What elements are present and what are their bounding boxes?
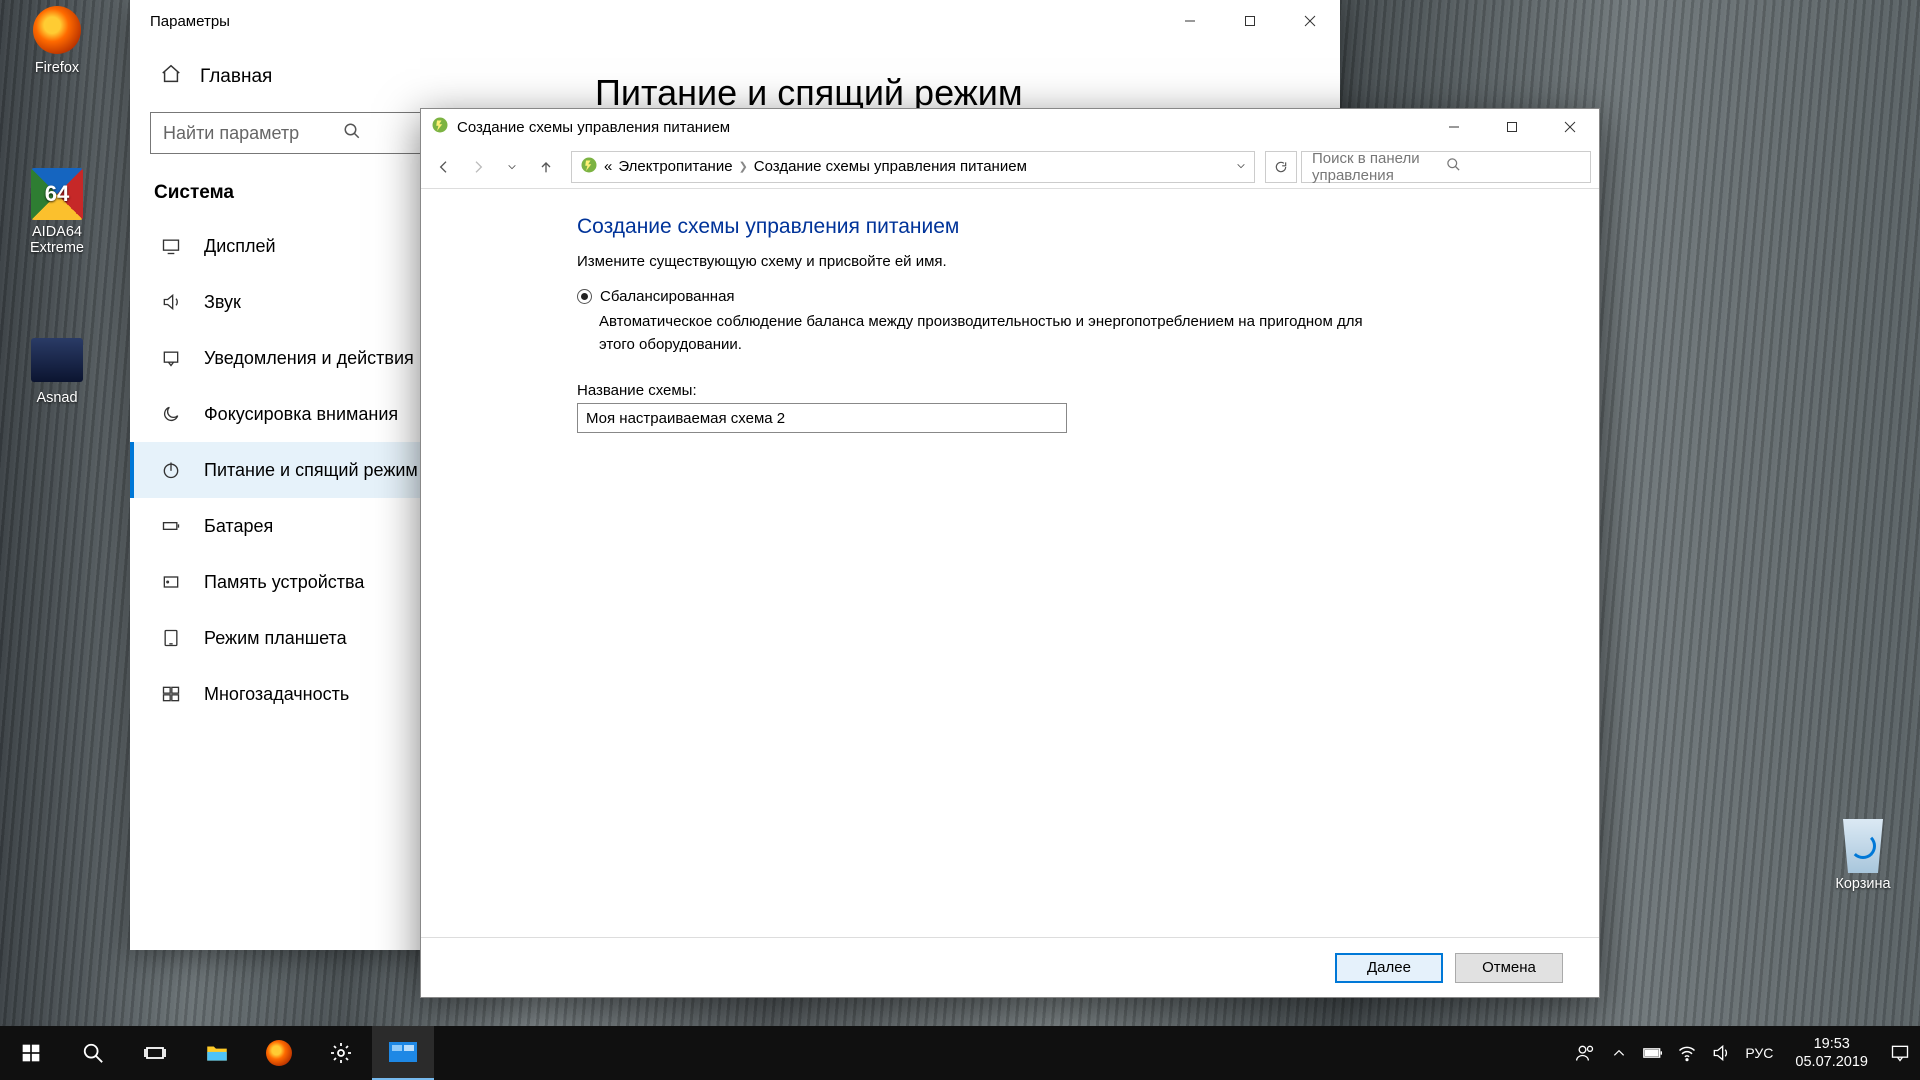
desktop-icon-label: Firefox <box>12 60 102 76</box>
nav-back-button[interactable] <box>429 152 459 182</box>
desktop-icon-asnad[interactable]: Asnad <box>12 334 102 406</box>
maximize-button[interactable] <box>1483 109 1541 145</box>
nav-forward-button[interactable] <box>463 152 493 182</box>
desktop-icon-label: AIDA64 Extreme <box>12 224 102 256</box>
tablet-icon <box>160 628 182 648</box>
address-bar[interactable]: « Электропитание ❯ Создание схемы управл… <box>571 151 1255 183</box>
chevron-down-icon[interactable] <box>1236 158 1246 175</box>
cp-search[interactable]: Поиск в панели управления <box>1301 151 1591 183</box>
battery-tray-icon[interactable] <box>1643 1046 1663 1060</box>
cp-content: Создание схемы управления питанием Измен… <box>421 189 1599 937</box>
settings-search-placeholder: Найти параметр <box>163 123 343 144</box>
aida64-icon: 64 <box>31 168 83 220</box>
nav-label: Уведомления и действия <box>204 348 414 369</box>
language-indicator[interactable]: РУС <box>1745 1045 1773 1061</box>
power-icon <box>160 460 182 480</box>
moon-icon <box>160 404 182 424</box>
power-plan-icon <box>431 116 449 138</box>
minimize-button[interactable] <box>1425 109 1483 145</box>
scheme-name-value: Моя настраиваемая схема 2 <box>586 410 785 427</box>
next-button-label: Далее <box>1367 959 1411 976</box>
nav-label: Фокусировка внимания <box>204 404 398 425</box>
nav-label: Память устройства <box>204 572 364 593</box>
settings-home-label: Главная <box>200 66 272 88</box>
scheme-name-input[interactable]: Моя настраиваемая схема 2 <box>577 403 1067 433</box>
cp-subtitle: Измените существующую схему и присвойте … <box>577 253 1559 270</box>
taskbar-settings[interactable] <box>310 1026 372 1080</box>
minimize-button[interactable] <box>1160 0 1220 42</box>
notifications-icon <box>160 348 182 368</box>
taskbar-clock[interactable]: 19:53 05.07.2019 <box>1787 1035 1876 1071</box>
desktop-icon-aida64[interactable]: 64 AIDA64 Extreme <box>12 168 102 256</box>
cp-search-placeholder: Поиск в панели управления <box>1312 150 1446 184</box>
folder-icon <box>31 334 83 386</box>
taskbar[interactable]: РУС 19:53 05.07.2019 <box>0 1026 1920 1080</box>
nav-label: Батарея <box>204 516 273 537</box>
settings-home[interactable]: Главная <box>150 42 535 112</box>
cancel-button[interactable]: Отмена <box>1455 953 1563 983</box>
sound-icon <box>160 292 182 312</box>
volume-icon[interactable] <box>1711 1043 1731 1063</box>
nav-label: Режим планшета <box>204 628 347 649</box>
nav-label: Звук <box>204 292 241 313</box>
nav-label: Дисплей <box>204 236 276 257</box>
radio-icon <box>577 289 592 304</box>
desktop-icon-label: Корзина <box>1818 876 1908 892</box>
power-plan-icon <box>580 156 598 178</box>
nav-up-button[interactable] <box>531 152 561 182</box>
breadcrumb-item[interactable]: Создание схемы управления питанием <box>754 158 1027 175</box>
chevron-up-icon[interactable] <box>1609 1046 1629 1060</box>
desktop-icon-recycle-bin[interactable]: Корзина <box>1818 820 1908 892</box>
maximize-button[interactable] <box>1220 0 1280 42</box>
people-icon[interactable] <box>1575 1043 1595 1063</box>
wifi-icon[interactable] <box>1677 1043 1697 1063</box>
scheme-name-label: Название схемы: <box>577 382 1559 399</box>
control-panel-window[interactable]: Создание схемы управления питанием « Эле… <box>420 108 1600 998</box>
breadcrumb-item[interactable]: Электропитание <box>618 158 732 175</box>
plan-radio-balanced[interactable]: Сбалансированная <box>577 288 1559 305</box>
cp-toolbar: « Электропитание ❯ Создание схемы управл… <box>421 145 1599 189</box>
nav-recent-button[interactable] <box>497 152 527 182</box>
taskbar-date: 05.07.2019 <box>1795 1053 1868 1071</box>
multitask-icon <box>160 684 182 704</box>
storage-icon <box>160 572 182 592</box>
recycle-bin-icon <box>1837 820 1889 872</box>
nav-label: Питание и спящий режим <box>204 460 418 481</box>
cp-title: Создание схемы управления питанием <box>457 119 730 136</box>
breadcrumb-prefix: « <box>604 158 612 175</box>
desktop-icon-firefox[interactable]: Firefox <box>12 4 102 76</box>
taskview-button[interactable] <box>124 1026 186 1080</box>
cp-titlebar[interactable]: Создание схемы управления питанием <box>421 109 1599 145</box>
search-icon <box>1446 157 1580 176</box>
home-icon <box>160 63 182 91</box>
close-button[interactable] <box>1280 0 1340 42</box>
cp-footer: Далее Отмена <box>421 937 1599 997</box>
plan-description: Автоматическое соблюдение баланса между … <box>577 311 1367 356</box>
action-center-icon[interactable] <box>1890 1043 1910 1063</box>
refresh-button[interactable] <box>1265 151 1297 183</box>
chevron-right-icon: ❯ <box>739 160 748 173</box>
settings-titlebar[interactable]: Параметры <box>130 0 1340 42</box>
next-button[interactable]: Далее <box>1335 953 1443 983</box>
search-button[interactable] <box>62 1026 124 1080</box>
close-button[interactable] <box>1541 109 1599 145</box>
cancel-button-label: Отмена <box>1482 959 1536 976</box>
taskbar-control-panel[interactable] <box>372 1026 434 1080</box>
nav-label: Многозадачность <box>204 684 349 705</box>
taskbar-time: 19:53 <box>1795 1035 1868 1053</box>
display-icon <box>160 236 182 256</box>
firefox-icon <box>31 4 83 56</box>
start-button[interactable] <box>0 1026 62 1080</box>
taskbar-firefox[interactable] <box>248 1026 310 1080</box>
settings-title: Параметры <box>150 13 230 30</box>
desktop-icon-label: Asnad <box>12 390 102 406</box>
taskbar-explorer[interactable] <box>186 1026 248 1080</box>
battery-icon <box>160 516 182 536</box>
system-tray: РУС 19:53 05.07.2019 <box>1565 1026 1920 1080</box>
plan-name: Сбалансированная <box>600 288 735 305</box>
cp-heading: Создание схемы управления питанием <box>577 215 1559 239</box>
